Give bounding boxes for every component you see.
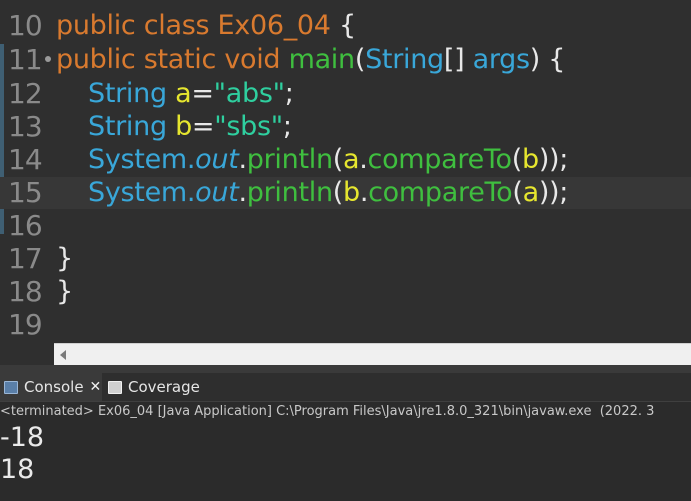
panel-divider[interactable] (0, 365, 691, 373)
code-text: } (56, 243, 73, 274)
code-editor[interactable]: 10 public class Ex06_04 { 11 public stat… (0, 0, 691, 343)
panel-tab-bar: Console ✕ Coverage (0, 373, 691, 402)
code-line-17[interactable]: 17 } (0, 243, 691, 275)
code-line-11[interactable]: 11 public static void main(String[] args… (0, 44, 691, 76)
horizontal-scrollbar[interactable] (54, 343, 691, 366)
coverage-icon (108, 380, 122, 394)
code-line-19[interactable]: 19 (0, 309, 691, 341)
console-icon (4, 380, 18, 394)
code-text: System.out.println(a.compareTo(b)); (88, 144, 569, 175)
line-number: 12 (8, 77, 43, 110)
code-text: public class Ex06_04 { (56, 10, 356, 41)
line-number: 17 (8, 242, 43, 275)
line-number: 14 (8, 143, 43, 176)
scroll-left-arrow-icon[interactable] (60, 350, 66, 360)
console-status-line: <terminated> Ex06_04 [Java Application] … (0, 402, 691, 422)
code-line-10[interactable]: 10 public class Ex06_04 { (0, 10, 691, 42)
code-text: String a="abs"; (88, 78, 294, 109)
code-line-14[interactable]: 14 System.out.println(a.compareTo(b)); (0, 144, 691, 176)
close-icon[interactable]: ✕ (90, 379, 102, 395)
tab-console[interactable]: Console ✕ (0, 373, 102, 401)
code-text: public static void main(String[] args) { (56, 44, 566, 75)
code-line-15[interactable]: 15 System.out.println(b.compareTo(a)); (0, 177, 691, 209)
code-line-12[interactable]: 12 String a="abs"; (0, 78, 691, 110)
code-text: System.out.println(b.compareTo(a)); (88, 177, 569, 208)
scrollbar-corner (0, 343, 54, 365)
code-text: } (56, 276, 73, 307)
code-text: String b="sbs"; (88, 111, 292, 142)
line-number: 19 (8, 308, 43, 341)
code-line-16[interactable]: 16 (0, 210, 691, 242)
tab-coverage[interactable]: Coverage (104, 373, 214, 401)
code-line-18[interactable]: 18 } (0, 276, 691, 308)
line-number: 13 (8, 110, 43, 143)
line-number: 16 (8, 209, 43, 242)
line-number: 18 (8, 275, 43, 308)
line-number: 10 (8, 9, 43, 42)
fold-marker-icon[interactable] (45, 56, 51, 62)
tab-label: Coverage (128, 378, 200, 396)
console-output-line: 18 (0, 454, 35, 485)
code-line-13[interactable]: 13 String b="sbs"; (0, 111, 691, 143)
line-number: 11 (8, 43, 43, 76)
tab-label: Console (24, 378, 84, 396)
line-number: 15 (8, 176, 43, 209)
console-output-line: -18 (0, 422, 45, 453)
